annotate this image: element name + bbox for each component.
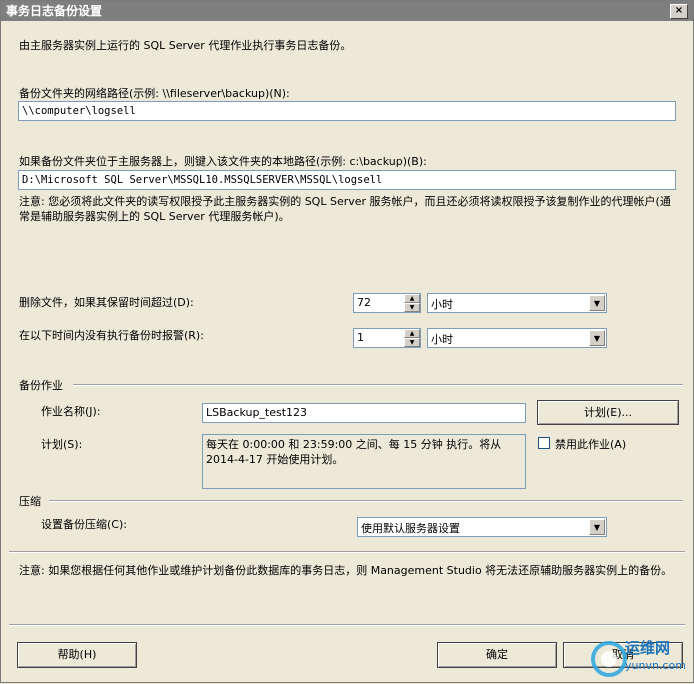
footer-note: 注意: 如果您根据任何其他作业或维护计划备份此数据库的事务日志，则 Manage…	[19, 564, 673, 577]
spin-down-icon[interactable]: ▼	[404, 303, 420, 312]
alert-unit-value: 小时	[431, 333, 453, 346]
delete-files-value: 72	[357, 296, 371, 309]
compression-value: 使用默认服务器设置	[361, 522, 460, 535]
local-path-input[interactable]: D:\Microsoft SQL Server\MSSQL10.MSSQLSER…	[18, 170, 676, 190]
alert-stepper[interactable]: 1 ▲ ▼	[353, 328, 421, 348]
chevron-down-icon: ▼	[589, 295, 605, 311]
disable-job-checkbox[interactable]	[538, 437, 550, 449]
group-divider	[49, 500, 683, 502]
alert-value: 1	[357, 331, 364, 344]
delete-files-stepper[interactable]: 72 ▲ ▼	[353, 293, 421, 313]
schedule-description: 每天在 0:00:00 和 23:59:00 之间、每 15 分钟 执行。将从 …	[202, 434, 526, 489]
job-name-input[interactable]: LSBackup_test123	[202, 403, 526, 423]
log-backup-settings-dialog: 事务日志备份设置 × 由主服务器实例上运行的 SQL Server 代理作业执行…	[0, 0, 694, 683]
window-title: 事务日志备份设置	[6, 4, 103, 18]
intro-text: 由主服务器实例上运行的 SQL Server 代理作业执行事务日志备份。	[19, 39, 352, 52]
alert-unit-select[interactable]: 小时 ▼	[427, 328, 607, 348]
watermark-url: yunvn.com	[625, 659, 686, 672]
backup-job-group-label: 备份作业	[19, 379, 63, 392]
network-path-label: 备份文件夹的网络路径(示例: \\fileserver\backup)(N):	[19, 87, 290, 100]
local-path-note: 注意: 您必须将此文件夹的读写权限授予此主服务器实例的 SQL Server 服…	[19, 195, 671, 223]
alert-label: 在以下时间内没有执行备份时报警(R):	[19, 329, 204, 342]
delete-files-label: 删除文件，如果其保留时间超过(D):	[19, 296, 194, 309]
watermark-name: 运维网	[625, 639, 671, 657]
ok-button[interactable]: 确定	[437, 642, 557, 668]
footer-divider	[9, 551, 685, 553]
chevron-down-icon: ▼	[589, 519, 605, 535]
close-button[interactable]: ×	[670, 4, 688, 19]
delete-files-unit-select[interactable]: 小时 ▼	[427, 293, 607, 313]
compression-label: 设置备份压缩(C):	[41, 518, 127, 531]
compression-group-label: 压缩	[19, 495, 41, 508]
compression-select[interactable]: 使用默认服务器设置 ▼	[357, 517, 607, 537]
site-watermark: 运维网 yunvn.com	[589, 633, 689, 681]
group-divider	[73, 384, 683, 386]
job-name-label: 作业名称(J):	[41, 405, 101, 418]
chevron-down-icon: ▼	[589, 330, 605, 346]
button-divider	[9, 624, 685, 626]
delete-files-unit-value: 小时	[431, 298, 453, 311]
local-path-label: 如果备份文件夹位于主服务器上，则键入该文件夹的本地路径(示例: c:\backu…	[19, 155, 427, 168]
network-path-input[interactable]: \\computer\logsell	[18, 101, 676, 121]
schedule-label: 计划(S):	[41, 438, 83, 451]
disable-job-label: 禁用此作业(A)	[555, 438, 627, 451]
help-button[interactable]: 帮助(H)	[17, 642, 137, 668]
spin-down-icon[interactable]: ▼	[404, 338, 420, 347]
title-bar: 事务日志备份设置 ×	[1, 1, 693, 21]
schedule-button[interactable]: 计划(E)...	[537, 400, 679, 425]
spin-up-icon[interactable]: ▲	[404, 294, 420, 303]
spin-up-icon[interactable]: ▲	[404, 329, 420, 338]
